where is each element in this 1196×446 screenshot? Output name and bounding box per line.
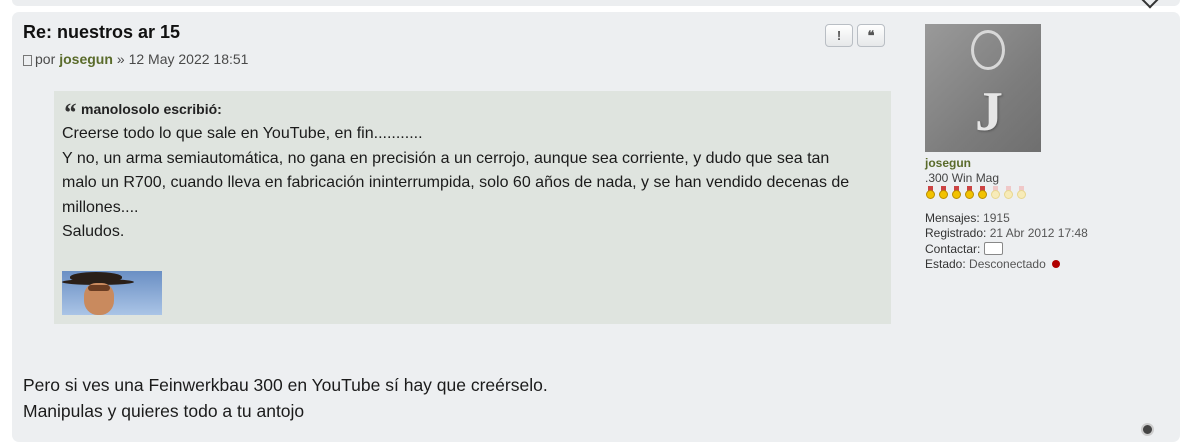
gear-icon[interactable] xyxy=(1141,423,1154,436)
medal-icon xyxy=(977,186,988,200)
profile-username[interactable]: josegun xyxy=(925,156,1165,170)
post-body-line: Manipulas y quieres todo a tu antojo xyxy=(23,401,305,421)
quote-line: Creerse todo lo que sale en YouTube, en … xyxy=(62,125,423,142)
quote-author: manolosolo escribió: xyxy=(81,101,222,117)
posts-count-link[interactable]: 1915 xyxy=(983,211,1010,225)
quote-line: millones.... xyxy=(62,198,139,216)
contact-label: Contactar: xyxy=(925,241,981,256)
quote-signature-image xyxy=(62,271,162,315)
medal-icon xyxy=(990,186,1001,200)
author-profile: J josegun .300 Win Mag Mensajes: 1915 Re… xyxy=(925,24,1165,272)
quote-text: Creerse todo lo que sale en YouTube, en … xyxy=(62,122,882,245)
post-file-icon[interactable] xyxy=(23,54,32,66)
post-meta: por josegun » 12 May 2022 18:51 xyxy=(23,51,248,67)
quote-line: malo un R700, cuando lleva en fabricació… xyxy=(62,174,850,192)
quote-block: “ manolosolo escribió: Creerse todo lo q… xyxy=(54,91,891,324)
status-value: Desconectado xyxy=(969,256,1046,271)
post-container: Re: nuestros ar 15 por josegun » 12 May … xyxy=(12,12,1180,442)
rank-medals xyxy=(925,186,1165,200)
quote-header: “ manolosolo escribió: xyxy=(63,98,222,127)
medal-icon xyxy=(1003,186,1014,200)
posts-label: Mensajes: xyxy=(925,211,980,225)
registered-label: Registrado: xyxy=(925,226,987,241)
contact-icon[interactable] xyxy=(983,241,1003,255)
post-body-line: Pero si ves una Feinwerkbau 300 en YouTu… xyxy=(23,375,548,395)
avatar-letter-graphic: J xyxy=(975,81,1003,143)
quote-button[interactable]: ❝ xyxy=(857,24,885,47)
medal-icon xyxy=(938,186,949,200)
medal-icon xyxy=(964,186,975,200)
post-body: Pero si ves una Feinwerkbau 300 en YouTu… xyxy=(23,372,548,424)
profile-stats: Mensajes: 1915 Registrado: 21 Abr 2012 1… xyxy=(925,211,1165,272)
post-title[interactable]: Re: nuestros ar 15 xyxy=(23,22,180,43)
chevron-icon[interactable] xyxy=(1141,0,1159,9)
post-date: » 12 May 2022 18:51 xyxy=(116,51,249,67)
medal-icon xyxy=(925,186,936,200)
quote-line: Saludos. xyxy=(62,223,125,241)
post-by-label: por xyxy=(35,51,56,67)
medal-icon xyxy=(951,186,962,200)
medal-icon xyxy=(1016,186,1027,200)
status-row: Estado: Desconectado xyxy=(925,257,1165,272)
avatar[interactable]: J xyxy=(925,24,1041,152)
post-author-link[interactable]: josegun xyxy=(59,51,113,67)
status-dot-icon xyxy=(1052,259,1061,268)
registered-date: 21 Abr 2012 17:48 xyxy=(989,226,1088,241)
posts-row: Mensajes: 1915 xyxy=(925,211,1165,226)
post-buttons: ! ❝ xyxy=(825,24,885,47)
contact-row: Contactar: xyxy=(925,241,1165,257)
keyring-graphic xyxy=(971,30,1005,70)
report-button[interactable]: ! xyxy=(825,24,853,47)
profile-rank: .300 Win Mag xyxy=(925,171,1000,185)
previous-post-edge xyxy=(12,0,1180,9)
registered-row: Registrado: 21 Abr 2012 17:48 xyxy=(925,226,1165,241)
quote-mark-icon: “ xyxy=(63,98,76,127)
quote-line: Y no, un arma semiautomática, no gana en… xyxy=(62,149,830,167)
status-label: Estado: xyxy=(925,256,966,271)
